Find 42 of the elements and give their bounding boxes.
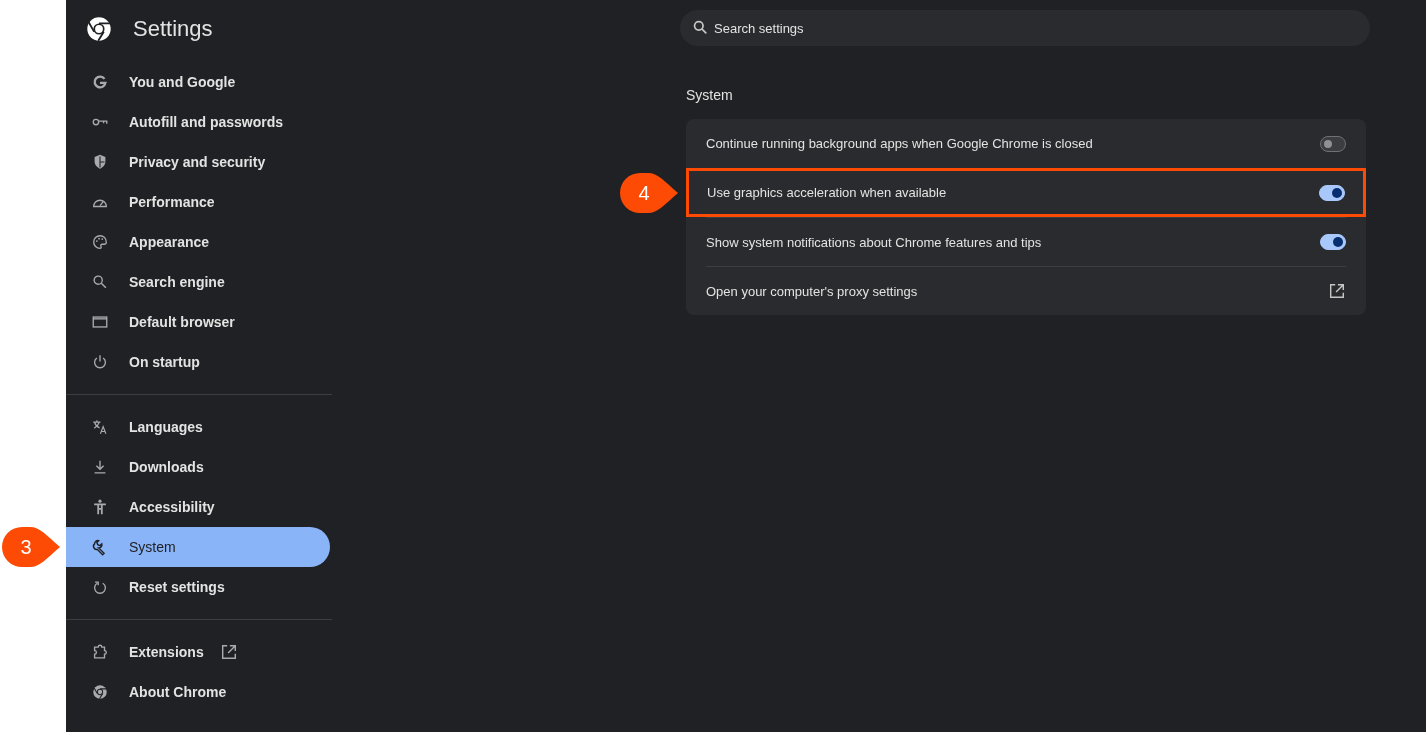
sidebar-item[interactable]: System — [66, 527, 330, 567]
chrome-logo-icon — [86, 16, 112, 42]
sidebar-item[interactable]: You and Google — [66, 62, 330, 102]
setting-label: Use graphics acceleration when available — [707, 185, 947, 200]
palette-icon — [91, 233, 109, 251]
reset-icon — [91, 578, 109, 596]
sidebar-item[interactable]: Reset settings — [66, 567, 330, 607]
section-heading: System — [686, 87, 734, 103]
search-icon — [91, 273, 109, 291]
search-field[interactable]: Search settings — [680, 10, 1370, 46]
setting-row[interactable]: Show system notifications about Chrome features and tips — [706, 217, 1346, 266]
external-link-icon — [219, 643, 238, 661]
setting-label: Continue running background apps when Google Chrome is closed — [706, 136, 1093, 151]
highlighted-setting-row[interactable]: Use graphics acceleration when available — [686, 168, 1366, 217]
sidebar-item[interactable]: Autofill and passwords — [66, 102, 330, 142]
sidebar-item[interactable]: Extensions — [66, 632, 330, 672]
puzzle-icon — [91, 643, 109, 661]
page-title: Settings — [133, 16, 213, 42]
accessibility-icon — [91, 498, 109, 516]
toggle-switch[interactable] — [1319, 184, 1345, 201]
sidebar-item[interactable]: Accessibility — [66, 487, 330, 527]
sidebar-item[interactable]: Performance — [66, 182, 330, 222]
sidebar-item[interactable]: About Chrome — [66, 672, 330, 712]
toggle-switch[interactable] — [1320, 135, 1346, 152]
sidebar-item[interactable]: Privacy and security — [66, 142, 330, 182]
setting-row[interactable]: Open your computer's proxy settings — [706, 266, 1346, 315]
g-logo-icon — [91, 73, 109, 91]
sidebar-item[interactable]: Languages — [66, 407, 330, 447]
power-icon — [91, 353, 109, 371]
sidebar-item[interactable]: Appearance — [66, 222, 330, 262]
setting-label: Show system notifications about Chrome features and tips — [706, 234, 1042, 250]
toggle-switch[interactable] — [1320, 234, 1346, 250]
window-icon — [91, 313, 109, 331]
sidebar-item[interactable]: On startup — [66, 342, 330, 382]
chrome-logo-icon — [91, 683, 109, 701]
sidebar-item[interactable]: Search engine — [66, 262, 330, 302]
setting-label: Open your computer's proxy settings — [706, 283, 918, 299]
sidebar-item[interactable]: Default browser — [66, 302, 330, 342]
external-link-icon[interactable] — [1328, 282, 1346, 300]
sidebar-item[interactable]: Downloads — [66, 447, 330, 487]
setting-row[interactable]: Continue running background apps when Google Chrome is closed — [706, 119, 1346, 168]
translate-icon — [91, 418, 109, 436]
